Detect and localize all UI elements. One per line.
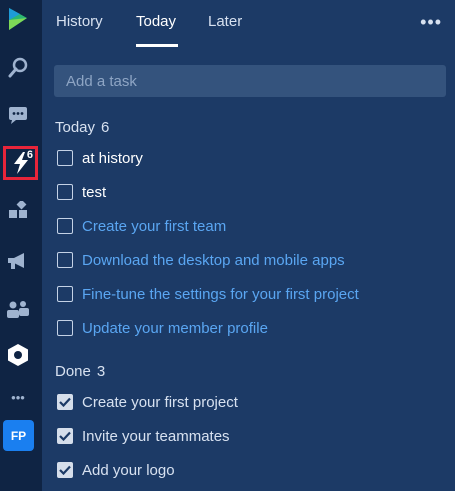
more-options-icon[interactable]: ••• xyxy=(420,12,442,33)
task-item[interactable]: Fine-tune the settings for your first pr… xyxy=(57,283,359,305)
tab-later[interactable]: Later xyxy=(208,13,242,30)
tab-bar: History Today Later ••• xyxy=(42,0,455,48)
task-label: Add your logo xyxy=(82,461,175,479)
done-section-title: Done 3 xyxy=(55,363,105,380)
done-title: Done xyxy=(55,363,91,380)
done-task-item[interactable]: Add your logo xyxy=(57,459,175,481)
rail-badge: 6 xyxy=(26,149,33,161)
tab-history[interactable]: History xyxy=(56,13,103,30)
apps-icon[interactable] xyxy=(0,194,36,228)
lightning-icon[interactable]: 6 xyxy=(3,146,38,180)
task-checkbox-checked[interactable] xyxy=(57,394,73,410)
today-section-title: Today 6 xyxy=(55,119,109,136)
task-label: Invite your teammates xyxy=(82,427,230,445)
task-label: test xyxy=(82,183,107,201)
task-label[interactable]: Update your member profile xyxy=(82,320,268,337)
done-count: 3 xyxy=(96,363,106,380)
today-count: 6 xyxy=(101,119,110,136)
checkmark-icon xyxy=(59,397,71,407)
task-label: Create your first project xyxy=(82,393,238,411)
tab-today[interactable]: Today xyxy=(136,13,176,30)
task-label: at history xyxy=(82,149,143,167)
chat-icon[interactable] xyxy=(0,99,36,133)
people-icon[interactable] xyxy=(0,292,36,326)
today-title: Today xyxy=(55,119,96,136)
task-checkbox[interactable] xyxy=(57,320,73,336)
task-item[interactable]: Create your first team xyxy=(57,215,226,237)
megaphone-icon[interactable] xyxy=(0,244,36,278)
tasks-panel: History Today Later ••• Today 6 at histor… xyxy=(42,0,455,491)
app-logo-icon[interactable] xyxy=(0,2,36,36)
task-checkbox[interactable] xyxy=(57,286,73,302)
task-checkbox[interactable] xyxy=(57,150,73,166)
add-task-input[interactable] xyxy=(54,65,446,97)
checkmark-icon xyxy=(59,431,71,441)
icon-rail: 6 ••• FP xyxy=(0,0,42,491)
task-checkbox-checked[interactable] xyxy=(57,462,73,478)
task-label[interactable]: Download the desktop and mobile apps xyxy=(82,252,345,269)
task-item[interactable]: at history xyxy=(57,147,143,169)
avatar[interactable]: FP xyxy=(3,420,34,451)
more-apps-icon[interactable]: ••• xyxy=(0,380,36,414)
active-tab-indicator xyxy=(136,44,178,47)
task-checkbox-checked[interactable] xyxy=(57,428,73,444)
task-label[interactable]: Fine-tune the settings for your first pr… xyxy=(82,286,359,303)
search-icon[interactable] xyxy=(0,51,36,85)
task-checkbox[interactable] xyxy=(57,218,73,234)
done-task-item[interactable]: Create your first project xyxy=(57,391,238,413)
task-item[interactable]: test xyxy=(57,181,106,203)
done-task-item[interactable]: Invite your teammates xyxy=(57,425,230,447)
task-label[interactable]: Create your first team xyxy=(82,218,226,235)
task-checkbox[interactable] xyxy=(57,252,73,268)
task-item[interactable]: Update your member profile xyxy=(57,317,268,339)
task-checkbox[interactable] xyxy=(57,184,73,200)
checkmark-icon xyxy=(59,465,71,475)
hexagon-icon[interactable] xyxy=(0,338,36,372)
task-item[interactable]: Download the desktop and mobile apps xyxy=(57,249,345,271)
